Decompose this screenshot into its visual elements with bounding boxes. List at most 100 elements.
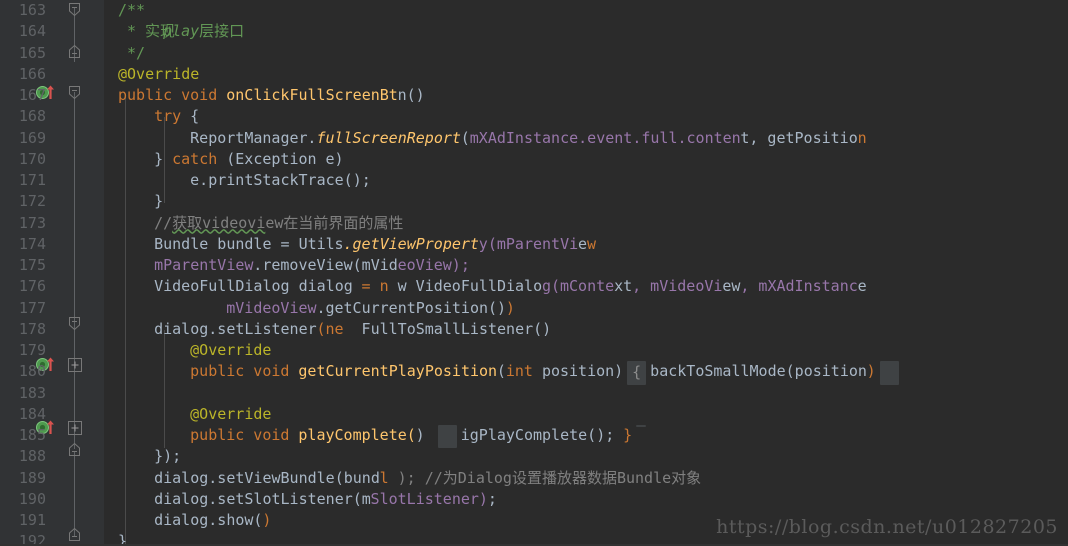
code-line[interactable]: mParentView .removeView(mVid eoView); xyxy=(0,255,1068,276)
code-token: mXAdInstance.event.full.conten xyxy=(469,128,741,147)
code-line[interactable]: //获取videoview在当前界面的属性获取videovi xyxy=(0,213,1068,234)
code-line[interactable]: */ xyxy=(0,43,1068,64)
code-token: public xyxy=(190,426,245,444)
code-token: xt xyxy=(614,277,633,296)
code-token: fullScreenReport xyxy=(316,128,461,147)
code-line[interactable]: dialog.setSlotListener(m SlotListener); xyxy=(0,489,1068,510)
code-line[interactable]: dialog.setViewBundle(bund l ); //为Dialog设置… xyxy=(0,468,1068,489)
code-token: position xyxy=(541,362,615,381)
code-line[interactable]: VideoFullDialog dialog = n w VideoFullDia… xyxy=(0,276,1068,297)
code-line[interactable]: e.printStackTrace(); xyxy=(0,170,1068,191)
code-token: ) xyxy=(866,362,876,381)
code-token xyxy=(636,425,647,427)
code-token: . xyxy=(307,128,317,147)
code-token: ( xyxy=(496,362,506,381)
code-token: { xyxy=(190,107,200,126)
code-token: void xyxy=(253,426,290,444)
code-token: ) xyxy=(262,511,272,529)
code-token: @Override xyxy=(190,404,272,423)
code-token: * xyxy=(118,22,146,41)
code-token: dialog.setViewBundle(bund xyxy=(154,468,380,487)
code-token: getCurrentPlayPosition xyxy=(298,362,498,381)
code-token: backToSmallMode(position xyxy=(650,362,867,381)
code-token xyxy=(437,425,457,449)
code-line[interactable]: ReportManager. fullScreenReport(mXAdInsta… xyxy=(0,128,1068,149)
code-line[interactable]: * 实现 play 层接口 xyxy=(0,21,1068,42)
code-token: e) xyxy=(325,149,353,168)
code-line[interactable] xyxy=(0,383,1068,404)
code-token: w VideoFullDialo xyxy=(397,277,543,296)
code-token: @Override xyxy=(190,341,272,359)
code-token: playComplete( xyxy=(298,426,416,444)
code-token: g(mConte xyxy=(541,277,615,296)
watermark-url: https://blog.csdn.net/u012827205 xyxy=(716,516,1058,538)
code-token: ; xyxy=(487,489,497,508)
code-token: ) xyxy=(415,426,434,444)
code-token: catch xyxy=(172,149,218,168)
code-token: n xyxy=(857,128,867,147)
code-token: (Exception xyxy=(226,149,326,168)
code-line[interactable]: dialog.setListener (ne FullToSmallListene… xyxy=(0,319,1068,340)
code-token: , mXAdInstanc xyxy=(740,277,858,296)
code-token: public xyxy=(190,362,245,381)
code-token: onClickFullScreenBt xyxy=(226,86,398,104)
code-line[interactable]: mVideoView .getCurrentPosition()) xyxy=(0,298,1068,319)
code-token: mParentView xyxy=(154,256,254,274)
code-token: igPlayComplete(); xyxy=(460,426,624,444)
code-token: .getCurrentPosition() xyxy=(316,298,507,317)
code-token: VideoFullDialog dialog xyxy=(154,277,362,296)
code-token: Bundle bundle = Util xyxy=(154,234,335,253)
code-token: ( xyxy=(460,128,470,147)
code-line[interactable]: public void playComplete() igPlayComplete(… xyxy=(0,425,1068,449)
code-token: } xyxy=(154,192,164,211)
code-line[interactable]: } catch (Exception e) xyxy=(0,149,1068,170)
code-token: @Override xyxy=(118,64,200,83)
code-token: void xyxy=(181,86,218,104)
code-line[interactable]: @Override xyxy=(0,340,1068,361)
code-token: = n xyxy=(361,277,389,296)
code-token: play xyxy=(163,22,200,41)
code-line[interactable]: /** xyxy=(0,0,1068,21)
code-token: dialog.setSlotListener(m xyxy=(154,489,371,508)
code-token: n() xyxy=(397,86,434,104)
code-token: y(mParentVi xyxy=(478,234,579,253)
code-token: e xyxy=(578,234,588,253)
code-token: .getViewPropert xyxy=(343,234,479,253)
code-line[interactable]: public void getCurrentPlayPosition(int posi… xyxy=(0,361,1068,385)
code-token: mVideoView xyxy=(226,298,317,317)
code-token: } xyxy=(154,149,164,168)
code-line[interactable]: try { xyxy=(0,106,1068,127)
code-token: try xyxy=(154,107,182,126)
code-token xyxy=(879,361,899,385)
code-token: { xyxy=(627,361,647,385)
code-token: */ xyxy=(118,43,146,62)
code-token: /** xyxy=(118,1,146,19)
spellcheck-squiggle: 获取videovi xyxy=(172,213,265,234)
code-token: s xyxy=(334,234,344,253)
code-token: e.printStackTrace(); xyxy=(190,171,371,189)
code-line[interactable]: public void onClickFullScreenBt n() xyxy=(0,85,1068,106)
code-line[interactable]: } xyxy=(0,191,1068,212)
code-token: }); xyxy=(154,447,182,466)
code-token: eoView); xyxy=(397,256,470,274)
code-token: l xyxy=(379,468,389,487)
code-token: dialog.show( xyxy=(154,511,263,529)
code-line[interactable]: Bundle bundle = Util s .getViewPropert y(mP… xyxy=(0,234,1068,255)
code-token: 层接口 xyxy=(199,22,245,41)
code-token: e xyxy=(857,277,867,296)
code-token: } xyxy=(623,426,633,444)
code-token: ew xyxy=(722,277,741,296)
code-token: public xyxy=(118,86,173,104)
code-token: void xyxy=(253,362,290,381)
code-line[interactable]: }); xyxy=(0,446,1068,467)
code-token: FullToSmallListener() xyxy=(352,319,552,338)
code-token: (ne xyxy=(316,319,344,338)
code-token: w xyxy=(587,234,597,253)
code-token: dialog.setListener xyxy=(154,319,317,338)
code-token: ) xyxy=(505,298,515,317)
code-editor[interactable]: 163 164 165 166 167 168 169 170 171 172 … xyxy=(0,0,1068,546)
code-token: SlotListener) xyxy=(370,489,488,508)
code-token: ); //为Dialog设置播放器数据Bundle对象 xyxy=(397,468,702,487)
code-line[interactable]: @Override xyxy=(0,64,1068,85)
code-line[interactable]: @Override xyxy=(0,404,1068,425)
